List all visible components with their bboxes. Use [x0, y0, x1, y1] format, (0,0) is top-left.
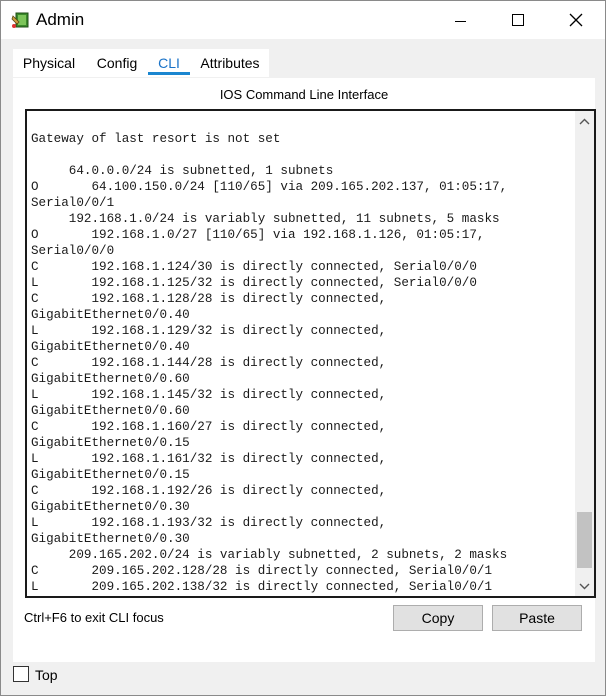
exit-focus-hint: Ctrl+F6 to exit CLI focus — [24, 610, 164, 625]
scroll-down-button[interactable] — [575, 577, 594, 595]
close-icon — [569, 13, 583, 27]
chevron-up-icon — [579, 118, 590, 124]
title-bar[interactable]: Admin — [1, 1, 605, 39]
maximize-icon — [512, 14, 524, 26]
window-title: Admin — [36, 10, 85, 29]
router-icon — [11, 12, 29, 28]
minimize-button[interactable] — [431, 1, 489, 39]
top-checkbox[interactable] — [13, 666, 29, 682]
copy-button[interactable]: Copy — [393, 605, 483, 631]
app-window: Admin Physical Config CLI Attributes IOS… — [0, 0, 606, 696]
tab-attributes[interactable]: Attributes — [197, 49, 263, 77]
scroll-up-button[interactable] — [575, 112, 594, 130]
minimize-icon — [454, 20, 466, 22]
chevron-down-icon — [579, 583, 590, 589]
close-button[interactable] — [547, 1, 605, 39]
scrollbar-thumb[interactable] — [577, 512, 592, 568]
panel-heading: IOS Command Line Interface — [219, 87, 389, 102]
maximize-button[interactable] — [489, 1, 547, 39]
tab-physical[interactable]: Physical — [19, 49, 79, 77]
cli-console[interactable]: Gateway of last resort is not set 64.0.0… — [25, 109, 596, 598]
console-scrollbar[interactable] — [575, 111, 594, 596]
active-tab-indicator — [148, 72, 190, 75]
tab-bar: Physical Config CLI Attributes — [13, 49, 269, 77]
tab-config[interactable]: Config — [93, 49, 141, 77]
cli-panel: IOS Command Line Interface Gateway of la… — [13, 78, 596, 662]
top-checkbox-label: Top — [35, 667, 58, 683]
paste-button[interactable]: Paste — [492, 605, 582, 631]
console-output[interactable]: Gateway of last resort is not set 64.0.0… — [31, 115, 561, 595]
